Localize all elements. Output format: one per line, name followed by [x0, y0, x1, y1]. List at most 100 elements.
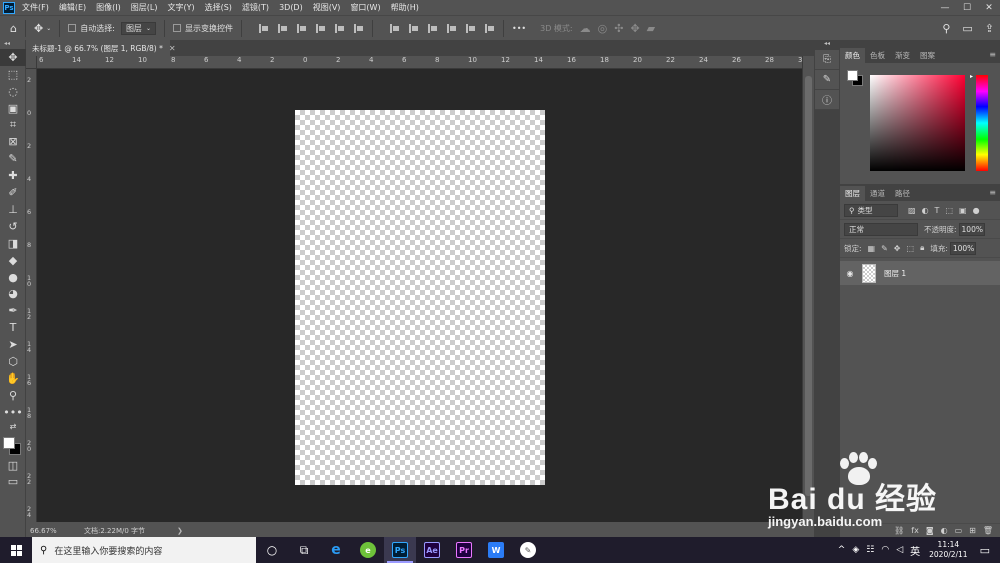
menu-3d[interactable]: 3D(D)	[279, 3, 303, 12]
menu-type[interactable]: 文字(Y)	[167, 2, 194, 13]
menu-file[interactable]: 文件(F)	[22, 2, 49, 13]
chevron-down-icon[interactable]: ⌄	[46, 25, 51, 32]
notification-icon[interactable]: ▭	[980, 544, 990, 557]
new-layer-icon[interactable]: ⊞	[969, 526, 976, 535]
canvas-area[interactable]	[37, 69, 802, 522]
tab-color[interactable]: 颜色	[840, 48, 865, 63]
layer-filter-dropdown[interactable]: ⚲ 类型	[844, 203, 898, 217]
new-adjustment-icon[interactable]: ◐	[941, 526, 948, 535]
home-icon[interactable]: ⌂	[10, 22, 17, 35]
edge-icon[interactable]: e	[320, 537, 352, 563]
search-icon[interactable]: ⚲	[942, 22, 950, 35]
hue-marker-icon[interactable]: ▸	[970, 73, 973, 80]
wps-icon[interactable]: W	[480, 537, 512, 563]
distribute-left-icon[interactable]	[446, 23, 457, 33]
new-group-icon[interactable]: ▭	[955, 526, 963, 535]
menu-window[interactable]: 窗口(W)	[350, 2, 380, 13]
premiere-icon[interactable]: Pr	[448, 537, 480, 563]
layer-row[interactable]: ◉ 图层 1	[840, 261, 1000, 285]
menu-filter[interactable]: 滤镜(T)	[242, 2, 269, 13]
filter-smart-object-icon[interactable]: ▣	[959, 206, 967, 215]
maximize-button[interactable]: ☐	[956, 0, 978, 15]
lock-pixels-icon[interactable]: ✎	[881, 244, 888, 253]
tab-channels[interactable]: 通道	[865, 186, 890, 201]
lock-artboard-icon[interactable]: ⬚	[907, 244, 915, 253]
adjustments-panel-icon[interactable]: ✎	[815, 70, 839, 90]
distribute-top-icon[interactable]	[389, 23, 400, 33]
minimize-button[interactable]: —	[934, 0, 956, 15]
hand-tool-icon[interactable]: ✋	[0, 370, 26, 387]
blur-tool-icon[interactable]: ●	[0, 269, 26, 286]
history-brush-tool-icon[interactable]: ↺	[0, 218, 26, 235]
align-left-icon[interactable]	[258, 23, 269, 33]
color-swatches[interactable]	[0, 433, 26, 457]
wifi-icon[interactable]: ◠	[881, 545, 889, 555]
close-tab-icon[interactable]: ✕	[169, 44, 176, 53]
eraser-tool-icon[interactable]: ◨	[0, 235, 26, 252]
task-view-icon[interactable]: ⧉	[288, 537, 320, 563]
add-mask-icon[interactable]: ◙	[926, 526, 934, 535]
panel-menu-icon[interactable]: ≡	[989, 50, 996, 59]
share-icon[interactable]: ⇪	[985, 22, 994, 35]
align-hcenter-icon[interactable]	[277, 23, 288, 33]
distribute-hcenter-icon[interactable]	[465, 23, 476, 33]
layer-thumbnail[interactable]	[862, 263, 876, 283]
tab-gradients[interactable]: 渐变	[890, 48, 915, 63]
link-layers-icon[interactable]: ⛓	[894, 526, 904, 535]
zoom-tool-icon[interactable]: ⚲	[0, 387, 26, 404]
align-right-icon[interactable]	[296, 23, 307, 33]
collapse-icon[interactable]: ◂◂	[814, 40, 840, 50]
healing-brush-tool-icon[interactable]: ✚	[0, 167, 26, 184]
blend-mode-dropdown[interactable]: 正常	[844, 222, 918, 236]
filter-toggle-icon[interactable]: ●	[973, 206, 980, 215]
pen-tool-icon[interactable]: ✒	[0, 302, 26, 319]
foreground-color[interactable]	[3, 436, 15, 449]
shape-tool-icon[interactable]: ⬡	[0, 353, 26, 370]
document-tab[interactable]: 未标题-1 @ 66.7% (图层 1, RGB/8) * ✕	[26, 40, 176, 56]
filter-pixel-icon[interactable]: ▨	[908, 206, 916, 215]
tab-swatches[interactable]: 色板	[865, 48, 890, 63]
layer-name[interactable]: 图层 1	[884, 268, 906, 279]
dodge-tool-icon[interactable]: ◕	[0, 285, 26, 302]
distribute-right-icon[interactable]	[484, 23, 495, 33]
tab-patterns[interactable]: 图案	[915, 48, 940, 63]
vertical-scrollbar[interactable]	[802, 56, 814, 522]
volume-icon[interactable]: ◁	[896, 545, 903, 555]
collapse-icon[interactable]: ◂◂	[0, 40, 25, 49]
3d-orbit-icon[interactable]: ☁	[580, 22, 591, 35]
lock-transparent-icon[interactable]: ▦	[868, 244, 876, 253]
auto-select-dropdown[interactable]: 图层 ⌄	[120, 21, 156, 35]
after-effects-icon[interactable]: Ae	[416, 537, 448, 563]
layer-style-icon[interactable]: fx	[911, 526, 919, 535]
photoshop-taskbar-icon[interactable]: Ps	[384, 537, 416, 563]
brush-tool-icon[interactable]: ✐	[0, 184, 26, 201]
360-browser-icon[interactable]: e	[352, 537, 384, 563]
opacity-input[interactable]: 100%	[958, 222, 985, 236]
status-menu-icon[interactable]: ❯	[177, 527, 183, 535]
filter-shape-icon[interactable]: ⬚	[945, 206, 953, 215]
paint-bucket-tool-icon[interactable]: ◆	[0, 252, 26, 269]
more-options-button[interactable]: •••	[512, 24, 526, 33]
type-tool-icon[interactable]: T	[0, 319, 26, 336]
auto-select-checkbox[interactable]	[68, 24, 77, 32]
saturation-brightness-field[interactable]	[870, 75, 965, 171]
move-tool-icon[interactable]: ✥	[0, 49, 26, 66]
path-select-tool-icon[interactable]: ➤	[0, 336, 26, 353]
menu-view[interactable]: 视图(V)	[313, 2, 341, 13]
panel-menu-icon[interactable]: ≡	[989, 188, 996, 197]
menu-edit[interactable]: 编辑(E)	[59, 2, 86, 13]
horizontal-ruler[interactable]: 61412108642024681012141618202224262830	[37, 56, 802, 69]
feather-icon[interactable]: ✎	[512, 537, 544, 563]
scrollbar-thumb[interactable]	[805, 76, 812, 496]
tab-paths[interactable]: 路径	[890, 186, 915, 201]
filter-adjustment-icon[interactable]: ◐	[922, 206, 929, 215]
menu-image[interactable]: 图像(I)	[96, 2, 121, 13]
panel-foreground-color[interactable]	[847, 70, 858, 81]
history-panel-icon[interactable]: ⎘	[815, 50, 839, 70]
swap-colors-icon[interactable]: ⇄	[0, 421, 26, 433]
object-select-tool-icon[interactable]: ▣	[0, 100, 26, 117]
3d-pan-icon[interactable]: ✣	[614, 22, 623, 35]
marquee-tool-icon[interactable]: ⬚	[0, 66, 26, 83]
network-icon[interactable]: ☷	[866, 545, 874, 555]
taskbar-search[interactable]: ⚲ 在这里输入你要搜索的内容	[32, 537, 256, 563]
